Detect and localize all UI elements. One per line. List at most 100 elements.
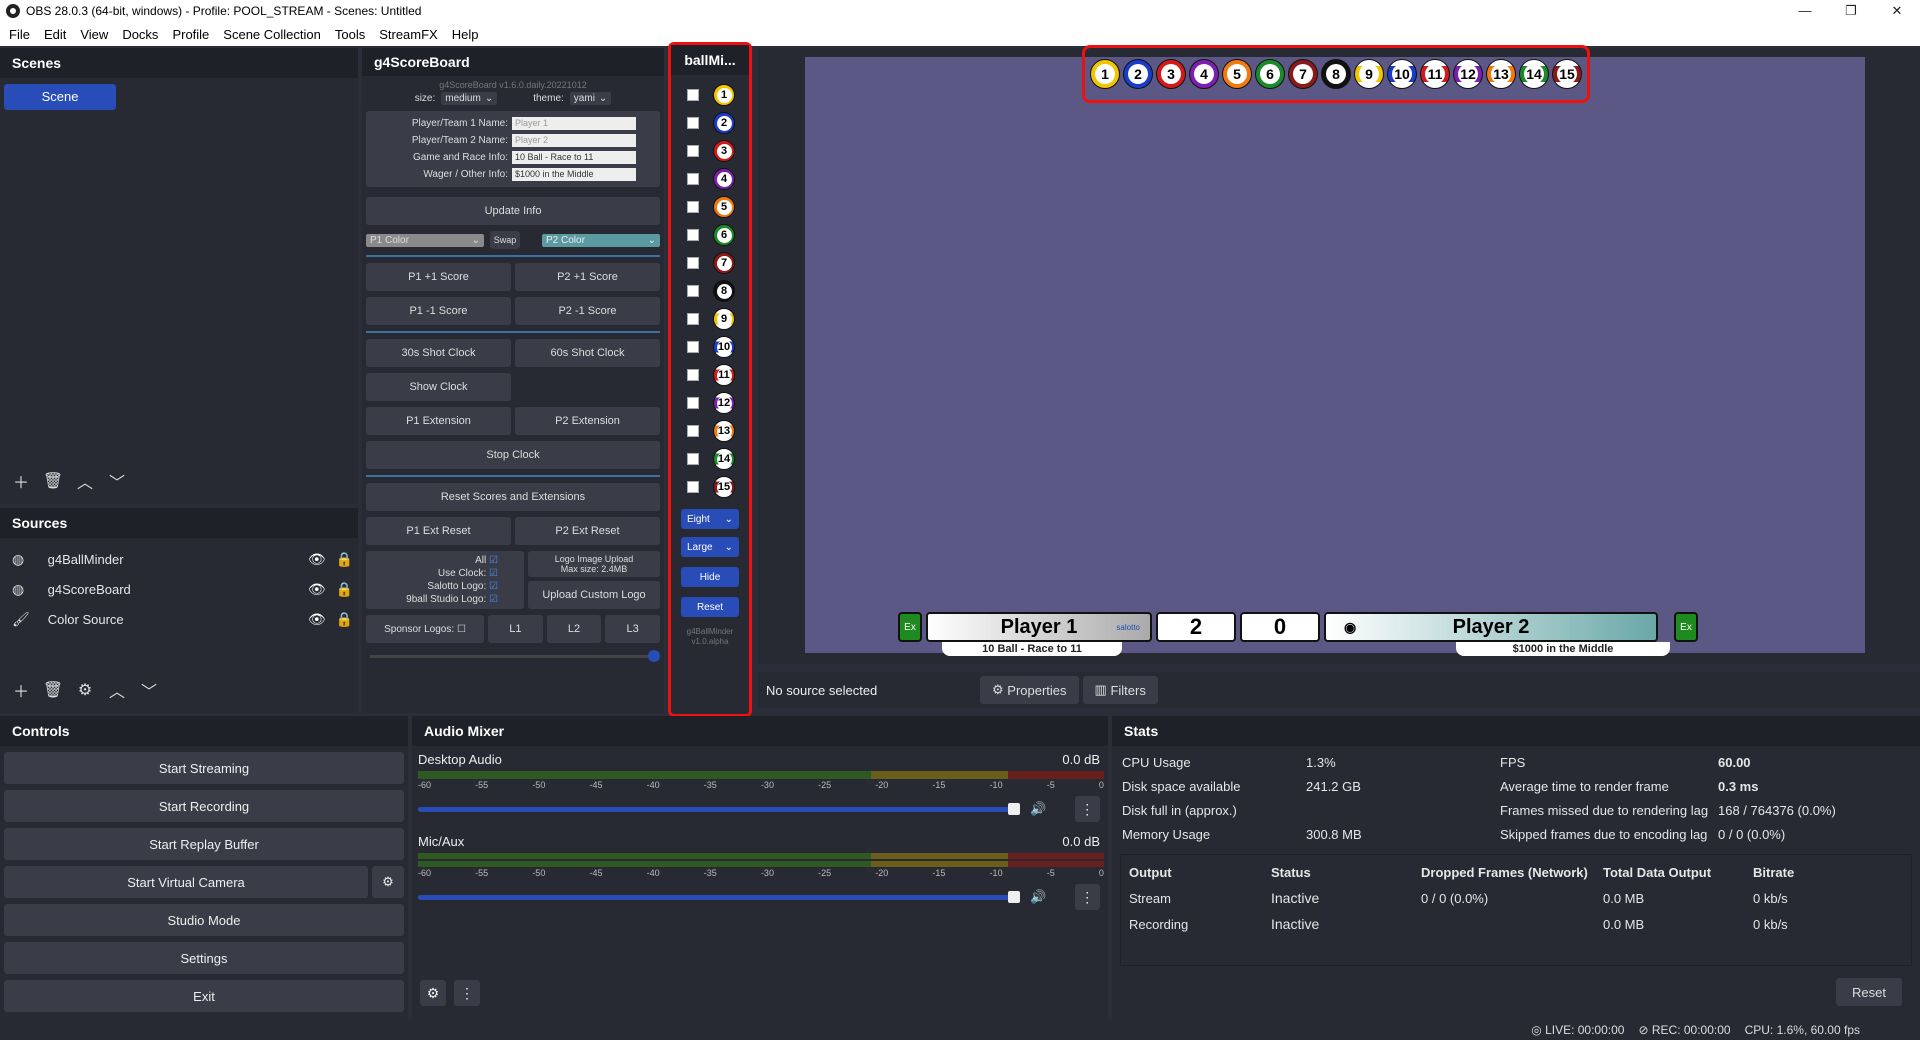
l1-button[interactable]: L1 [488, 615, 543, 643]
update-info-button[interactable]: Update Info [366, 197, 660, 225]
minimize-icon[interactable]: — [1782, 3, 1828, 19]
visibility-eye-icon[interactable]: 👁 [303, 611, 330, 628]
menu-help[interactable]: Help [445, 27, 486, 42]
move-up-icon[interactable]: ︿ [72, 468, 98, 494]
use-clock-row[interactable]: Use Clock: ☑ [438, 568, 498, 579]
checkbox-checked-icon[interactable]: ☑ [489, 568, 498, 579]
game-type-select[interactable]: Eight ⌄ [681, 509, 739, 529]
p2-ext-reset-button[interactable]: P2 Ext Reset [515, 517, 660, 545]
swap-button[interactable]: Swap [490, 231, 520, 249]
upload-custom-logo-button[interactable]: Upload Custom Logo [528, 581, 660, 609]
more-options-icon[interactable]: ⋮ [1074, 796, 1100, 822]
remove-scene-icon[interactable]: 🗑 [40, 468, 66, 494]
preview-canvas[interactable] [805, 57, 1865, 653]
studio-mode-button[interactable]: Studio Mode [4, 904, 404, 936]
visibility-eye-icon[interactable]: 👁 [303, 551, 331, 568]
move-down-icon[interactable]: ﹀ [136, 677, 162, 703]
checkbox-icon[interactable]: ☐ [457, 624, 466, 635]
show-clock-button[interactable]: Show Clock [366, 373, 511, 401]
ball-checkbox[interactable] [687, 285, 699, 297]
checkbox-checked-icon[interactable]: ☑ [489, 581, 498, 592]
slider-handle[interactable] [1008, 890, 1021, 903]
start-virtual-camera-button[interactable]: Start Virtual Camera [4, 866, 368, 898]
speaker-icon[interactable]: 🔊 [1030, 801, 1046, 817]
lock-icon[interactable]: 🔒 [331, 551, 359, 568]
p2-extension-button[interactable]: P2 Extension [515, 407, 660, 435]
ball-checkbox[interactable] [687, 173, 699, 185]
ball-checkbox[interactable] [687, 341, 699, 353]
p1-minus-score-button[interactable]: P1 -1 Score [366, 297, 511, 325]
p2-name-input[interactable]: Player 2 [512, 134, 636, 147]
menu-profile[interactable]: Profile [165, 27, 216, 42]
opacity-slider[interactable] [370, 650, 660, 662]
ball-checkbox[interactable] [687, 201, 699, 213]
menu-scene-collection[interactable]: Scene Collection [216, 27, 328, 42]
salotto-logo-row[interactable]: Salotto Logo: ☑ [427, 581, 498, 592]
menu-view[interactable]: View [73, 27, 115, 42]
reset-stats-button[interactable]: Reset [1836, 978, 1902, 1006]
slider-handle[interactable] [648, 650, 660, 662]
visibility-eye-icon[interactable]: 👁 [303, 581, 331, 598]
properties-button[interactable]: ⚙ Properties [980, 676, 1079, 704]
ball-checkbox[interactable] [687, 257, 699, 269]
checkbox-checked-icon[interactable]: ☑ [489, 594, 498, 605]
volume-slider[interactable] [418, 890, 1021, 903]
exit-button[interactable]: Exit [4, 980, 404, 1012]
p2-color-select[interactable]: P2 Color ⌄ [542, 233, 660, 247]
size-select[interactable]: medium ⌄ [441, 92, 498, 105]
add-source-icon[interactable]: ＋ [8, 677, 34, 703]
source-row[interactable]: ◍ g4BallMinder 👁 🔒 [0, 544, 358, 574]
ball-checkbox[interactable] [687, 397, 699, 409]
maximize-icon[interactable]: ❐ [1828, 3, 1874, 19]
speaker-icon[interactable]: 🔊 [1030, 889, 1046, 905]
gear-icon[interactable]: ⚙ [72, 677, 98, 703]
ball-checkbox[interactable] [687, 229, 699, 241]
ball-checkbox[interactable] [687, 369, 699, 381]
p2-minus-score-button[interactable]: P2 -1 Score [515, 297, 660, 325]
l2-button[interactable]: L2 [546, 615, 602, 643]
theme-select[interactable]: yami ⌄ [569, 92, 612, 105]
shot-clock-60-button[interactable]: 60s Shot Clock [515, 339, 660, 367]
add-scene-icon[interactable]: ＋ [8, 468, 34, 494]
move-down-icon[interactable]: ﹀ [104, 468, 130, 494]
advanced-audio-gear-icon[interactable]: ⚙ [420, 980, 446, 1006]
menu-docks[interactable]: Docks [115, 27, 165, 42]
logo-image-upload-button[interactable]: Logo Image Upload Max size: 2.4MB [528, 551, 660, 577]
checkbox-checked-icon[interactable]: ☑ [489, 555, 498, 566]
game-info-input[interactable]: 10 Ball - Race to 11 [512, 151, 636, 164]
hide-button[interactable]: Hide [681, 567, 739, 587]
l3-button[interactable]: L3 [605, 615, 661, 643]
stop-clock-button[interactable]: Stop Clock [366, 441, 660, 469]
ball-checkbox[interactable] [687, 313, 699, 325]
scene-list-item[interactable]: Scene [4, 84, 116, 110]
lock-icon[interactable]: 🔒 [331, 611, 358, 628]
p1-extension-button[interactable]: P1 Extension [366, 407, 511, 435]
p1-color-select[interactable]: P1 Color ⌄ [366, 233, 484, 247]
wager-input[interactable]: $1000 in the Middle [512, 168, 636, 181]
ball-size-select[interactable]: Large ⌄ [681, 537, 739, 557]
ball-checkbox[interactable] [687, 145, 699, 157]
ball-checkbox[interactable] [687, 425, 699, 437]
menu-tools[interactable]: Tools [328, 27, 372, 42]
p1-plus-score-button[interactable]: P1 +1 Score [366, 263, 511, 291]
more-options-icon[interactable]: ⋮ [1074, 884, 1100, 910]
volume-slider[interactable] [418, 802, 1021, 815]
move-up-icon[interactable]: ︿ [104, 677, 130, 703]
start-recording-button[interactable]: Start Recording [4, 790, 404, 822]
sponsor-logos-option[interactable]: Sponsor Logos: ☐ [366, 615, 484, 643]
close-icon[interactable]: ✕ [1874, 3, 1920, 19]
p2-plus-score-button[interactable]: P2 +1 Score [515, 263, 660, 291]
nineball-logo-row[interactable]: 9ball Studio Logo: ☑ [406, 594, 498, 605]
source-row[interactable]: ◍ g4ScoreBoard 👁 🔒 [0, 574, 358, 604]
shot-clock-30-button[interactable]: 30s Shot Clock [366, 339, 511, 367]
virtual-camera-settings-gear-icon[interactable]: ⚙ [372, 866, 404, 898]
source-row[interactable]: 🖌 Color Source 👁 🔒 [0, 604, 358, 634]
ball-checkbox[interactable] [687, 89, 699, 101]
reset-scores-button[interactable]: Reset Scores and Extensions [366, 483, 660, 511]
remove-source-icon[interactable]: 🗑 [40, 677, 66, 703]
p1-name-input[interactable]: Player 1 [512, 117, 636, 130]
slider-handle[interactable] [1008, 802, 1021, 815]
menu-streamfx[interactable]: StreamFX [372, 27, 445, 42]
ball-checkbox[interactable] [687, 117, 699, 129]
start-replay-buffer-button[interactable]: Start Replay Buffer [4, 828, 404, 860]
